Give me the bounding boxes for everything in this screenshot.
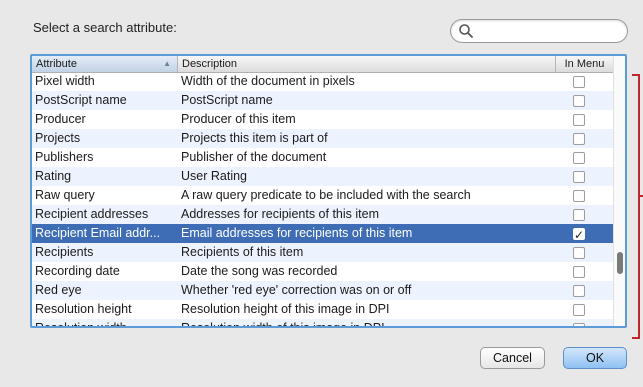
- attribute-cell: Raw query: [35, 188, 95, 202]
- annotation-bracket: [632, 74, 640, 339]
- table-row[interactable]: Resolution height Resolution height of th…: [32, 300, 613, 319]
- scrollbar-thumb[interactable]: [617, 252, 623, 274]
- description-cell: Email addresses for recipients of this i…: [181, 226, 413, 240]
- in-menu-checkbox[interactable]: [573, 114, 585, 126]
- description-cell: User Rating: [181, 169, 247, 183]
- table-row[interactable]: Raw query A raw query predicate to be inc…: [32, 186, 613, 205]
- vertical-scrollbar[interactable]: [613, 56, 625, 326]
- attribute-cell: Rating: [35, 169, 72, 183]
- description-cell: Projects this item is part of: [181, 131, 328, 145]
- attribute-cell: Recipient Email addr...: [35, 226, 161, 240]
- table-row[interactable]: Recording date Date the song was recorded: [32, 262, 613, 281]
- attribute-cell: Recipients: [35, 245, 94, 259]
- attribute-cell: PostScript name: [35, 93, 127, 107]
- table-row[interactable]: Projects Projects this item is part of: [32, 129, 613, 148]
- table-row[interactable]: Rating User Rating: [32, 167, 613, 186]
- attribute-cell: Projects: [35, 131, 81, 145]
- table-body: Pixel width Width of the document in pixe…: [32, 72, 613, 328]
- attribute-cell: Recipient addresses: [35, 207, 149, 221]
- in-menu-checkbox[interactable]: [573, 323, 585, 326]
- table-row[interactable]: Recipient Email addr... Email addresses f…: [32, 224, 613, 243]
- attribute-cell: Pixel width: [35, 74, 95, 88]
- ok-button[interactable]: OK: [563, 347, 627, 369]
- description-cell: Addresses for recipients of this item: [181, 207, 379, 221]
- in-menu-checkbox[interactable]: [573, 285, 585, 297]
- column-header-attribute[interactable]: Attribute ▲: [32, 56, 178, 72]
- table-row[interactable]: Pixel width Width of the document in pixe…: [32, 72, 613, 91]
- in-menu-checkbox[interactable]: [573, 95, 585, 107]
- description-cell: Whether 'red eye' correction was on or o…: [181, 283, 412, 297]
- in-menu-checkbox[interactable]: [573, 304, 585, 316]
- table-row[interactable]: Recipient addresses Addresses for recipie…: [32, 205, 613, 224]
- in-menu-checkbox[interactable]: ✓: [573, 228, 585, 242]
- description-cell: PostScript name: [181, 93, 273, 107]
- description-cell: Publisher of the document: [181, 150, 327, 164]
- column-header-in-menu[interactable]: In Menu: [556, 56, 613, 72]
- column-header-attribute-label: Attribute: [36, 58, 77, 70]
- cancel-button[interactable]: Cancel: [480, 347, 545, 369]
- attribute-cell: Resolution width: [35, 321, 127, 328]
- sort-ascending-icon: ▲: [163, 59, 171, 68]
- table-row[interactable]: Resolution width Resolution width of this…: [32, 319, 613, 328]
- description-cell: Recipients of this item: [181, 245, 304, 259]
- in-menu-checkbox[interactable]: [573, 152, 585, 164]
- in-menu-checkbox[interactable]: [573, 209, 585, 221]
- table-header: Attribute ▲ Description In Menu: [32, 56, 613, 73]
- description-cell: Resolution height of this image in DPI: [181, 302, 390, 316]
- in-menu-checkbox[interactable]: [573, 76, 585, 88]
- search-icon: [459, 24, 473, 38]
- description-cell: Date the song was recorded: [181, 264, 338, 278]
- table-row[interactable]: Recipients Recipients of this item: [32, 243, 613, 262]
- search-field[interactable]: [450, 19, 628, 43]
- search-input[interactable]: [475, 22, 624, 40]
- in-menu-checkbox[interactable]: [573, 247, 585, 259]
- in-menu-checkbox[interactable]: [573, 190, 585, 202]
- column-header-description[interactable]: Description: [178, 56, 556, 72]
- attribute-cell: Red eye: [35, 283, 82, 297]
- attribute-cell: Recording date: [35, 264, 120, 278]
- description-cell: Width of the document in pixels: [181, 74, 355, 88]
- table-row[interactable]: Red eye Whether 'red eye' correction was …: [32, 281, 613, 300]
- in-menu-checkbox[interactable]: [573, 266, 585, 278]
- description-cell: Producer of this item: [181, 112, 296, 126]
- attribute-cell: Producer: [35, 112, 86, 126]
- table-row[interactable]: Producer Producer of this item: [32, 110, 613, 129]
- dialog-prompt: Select a search attribute:: [33, 20, 177, 35]
- description-cell: Resolution width of this image in DPI: [181, 321, 385, 328]
- attribute-cell: Resolution height: [35, 302, 132, 316]
- in-menu-checkbox[interactable]: [573, 133, 585, 145]
- description-cell: A raw query predicate to be included wit…: [181, 188, 471, 202]
- table-row[interactable]: PostScript name PostScript name: [32, 91, 613, 110]
- table-row[interactable]: Publishers Publisher of the document: [32, 148, 613, 167]
- attribute-cell: Publishers: [35, 150, 94, 164]
- in-menu-checkbox[interactable]: [573, 171, 585, 183]
- attribute-table: Attribute ▲ Description In Menu Pixel wi…: [30, 54, 627, 328]
